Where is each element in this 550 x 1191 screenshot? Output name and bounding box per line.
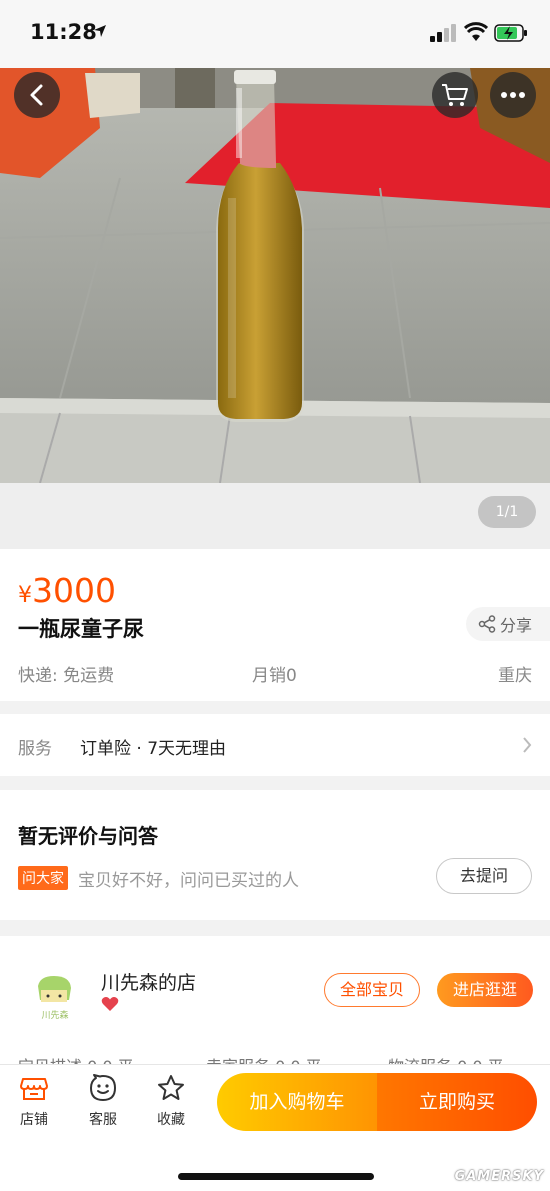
shipping-info: 快递: 免运费 (18, 666, 115, 686)
chevron-right-icon (523, 737, 532, 753)
store-icon (20, 1078, 48, 1100)
battery-charging-icon (494, 24, 527, 42)
more-dots-icon (501, 92, 525, 98)
reviews-section: 暂无评价与问答 问大家 宝贝好不好，问问已买过的人 去提问 (0, 790, 550, 920)
bottom-action-bar: 店铺 客服 收藏 加入购物车 立即购买 GAMERSKY (0, 1064, 550, 1191)
shop-logo-text: 川先森 (41, 1009, 68, 1021)
smile-chat-icon (90, 1074, 116, 1101)
shopping-cart-icon (442, 84, 468, 106)
ask-question-button[interactable]: 去提问 (436, 858, 532, 894)
customer-service-button[interactable]: 客服 (78, 1073, 128, 1129)
shop-name[interactable]: 川先森的店 (101, 968, 196, 995)
gallery-pager: 1/1 (478, 496, 536, 528)
gallery-footer: 1/1 (0, 483, 550, 549)
visit-shop-button[interactable]: 进店逛逛 (437, 973, 533, 1007)
bottle-photo-image (0, 68, 550, 483)
shop-logo[interactable]: 川先森 (26, 966, 84, 1024)
watermark: GAMERSKY (454, 1169, 544, 1184)
star-icon (158, 1075, 184, 1100)
share-button[interactable]: 分享 (466, 607, 550, 641)
chevron-left-icon (30, 84, 43, 106)
status-bar: 11:28 (0, 0, 550, 68)
currency-symbol: ¥ (18, 583, 32, 608)
service-row[interactable]: 服务 订单险 · 7天无理由 (0, 714, 550, 776)
favorite-label: 收藏 (157, 1112, 185, 1128)
price-amount: 3000 (32, 571, 116, 610)
location-arrow-icon (94, 25, 106, 37)
shop-section: 川先森 川先森的店 全部宝贝 进店逛逛 宝贝描述 0.0 平 卖家服务 0.0 … (0, 936, 550, 1076)
favorite-button[interactable]: 收藏 (146, 1073, 196, 1129)
signal-icon (430, 24, 456, 42)
price-card: ¥3000 一瓶尿童子尿 分享 快递: 免运费 月销0 重庆 (0, 549, 550, 701)
shop-nav-label: 店铺 (20, 1112, 48, 1128)
reviews-title: 暂无评价与问答 (18, 824, 158, 848)
heart-icon (101, 997, 119, 1011)
service-value: 订单险 · 7天无理由 (80, 739, 227, 759)
buy-now-button[interactable]: 立即购买 (377, 1073, 537, 1131)
all-items-button[interactable]: 全部宝贝 (324, 973, 420, 1007)
price: ¥3000 (18, 571, 116, 610)
product-title: 一瓶尿童子尿 (18, 617, 144, 641)
share-label: 分享 (500, 616, 533, 635)
wifi-icon (464, 22, 488, 41)
ship-from-location: 重庆 (498, 666, 532, 686)
status-time: 11:28 (30, 20, 97, 44)
ask-hint: 宝贝好不好，问问已买过的人 (78, 871, 299, 891)
more-button[interactable] (490, 72, 536, 118)
service-label: 服务 (18, 739, 52, 759)
cart-button[interactable] (432, 72, 478, 118)
customer-service-label: 客服 (89, 1112, 117, 1128)
back-button[interactable] (14, 72, 60, 118)
product-photo[interactable] (0, 68, 550, 483)
share-icon (478, 615, 496, 633)
shop-nav-button[interactable]: 店铺 (9, 1073, 59, 1129)
monthly-sales: 月销0 (252, 666, 297, 686)
add-to-cart-button[interactable]: 加入购物车 (217, 1073, 377, 1131)
home-indicator[interactable] (178, 1173, 374, 1180)
ask-everyone-tag: 问大家 (18, 866, 68, 890)
